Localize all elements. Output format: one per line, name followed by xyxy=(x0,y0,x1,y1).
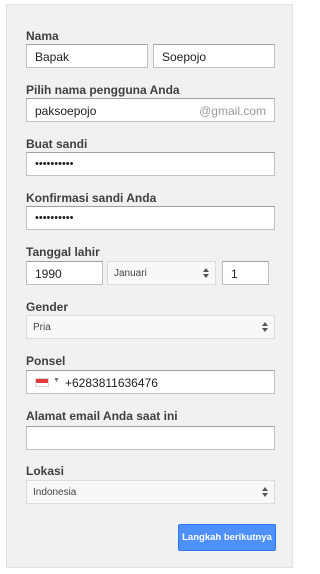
next-step-button[interactable]: Langkah berikutnya xyxy=(178,524,276,551)
last-name-field[interactable]: Soepojo xyxy=(153,44,275,68)
username-label: Pilih nama pengguna Anda xyxy=(26,83,180,97)
birthdate-label: Tanggal lahir xyxy=(26,245,100,259)
name-label: Nama xyxy=(26,29,59,43)
updown-arrows-icon xyxy=(203,268,209,278)
password-field[interactable]: •••••••••• xyxy=(26,152,275,176)
username-value: paksoepojo xyxy=(35,104,97,118)
first-name-field[interactable]: Bapak xyxy=(26,44,148,68)
birth-day-field[interactable]: 1 xyxy=(222,261,269,285)
gender-label: Gender xyxy=(26,300,69,314)
gender-select[interactable]: Pria xyxy=(26,315,275,339)
updown-arrows-icon xyxy=(262,487,268,497)
birth-month-select[interactable]: Januari xyxy=(107,261,216,285)
location-label: Lokasi xyxy=(26,464,65,478)
phone-field[interactable]: ▼ +6283811636476 xyxy=(26,370,275,394)
gender-value: Pria xyxy=(33,322,51,333)
indonesia-flag-icon[interactable] xyxy=(35,378,49,387)
location-value: Indonesia xyxy=(33,487,77,498)
phone-label: Ponsel xyxy=(26,354,66,368)
username-field[interactable]: paksoepojo @gmail.com xyxy=(26,98,275,122)
current-email-field[interactable] xyxy=(26,426,275,450)
confirm-password-label: Konfirmasi sandi Anda xyxy=(26,191,157,205)
chevron-down-icon[interactable]: ▼ xyxy=(53,377,60,384)
signup-form-panel: Nama Bapak Soepojo Pilih nama pengguna A… xyxy=(6,4,293,568)
birth-month-value: Januari xyxy=(114,268,147,279)
current-email-label: Alamat email Anda saat ini xyxy=(26,409,178,423)
gmail-suffix: @gmail.com xyxy=(199,104,266,118)
password-label: Buat sandi xyxy=(26,137,88,151)
phone-value: +6283811636476 xyxy=(65,376,158,390)
birth-year-field[interactable]: 1990 xyxy=(26,261,103,285)
location-select[interactable]: Indonesia xyxy=(26,480,275,504)
updown-arrows-icon xyxy=(262,322,268,332)
confirm-password-field[interactable]: •••••••••• xyxy=(26,206,275,230)
